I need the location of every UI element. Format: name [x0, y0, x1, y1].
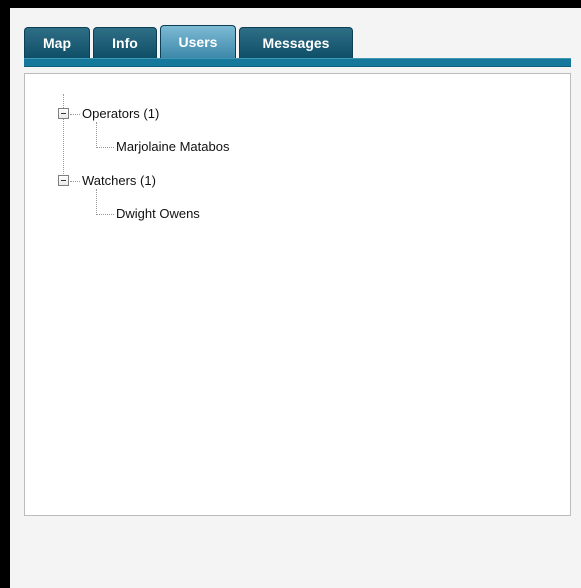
operators-child-line: [96, 122, 97, 148]
operator-user-label[interactable]: Marjolaine Matabos: [116, 139, 229, 155]
tab-messages[interactable]: Messages: [239, 27, 353, 58]
watchers-connector: [70, 181, 80, 182]
watchers-group-label[interactable]: Watchers (1): [82, 173, 156, 189]
tab-info[interactable]: Info: [93, 27, 157, 58]
tab-map[interactable]: Map: [24, 27, 90, 58]
tab-strip: [24, 58, 571, 67]
watchers-child-connector: [96, 214, 114, 215]
tab-list: Map Info Users Messages: [24, 24, 356, 58]
operators-child-connector: [96, 147, 114, 148]
operators-group-label[interactable]: Operators (1): [82, 106, 159, 122]
user-tree: Operators (1) Marjolaine Matabos Watcher…: [25, 74, 570, 515]
watcher-user-label[interactable]: Dwight Owens: [116, 206, 200, 222]
tab-users[interactable]: Users: [160, 25, 236, 58]
watchers-collapse-icon[interactable]: [58, 175, 69, 186]
watchers-child-line: [96, 189, 97, 215]
operators-collapse-icon[interactable]: [58, 108, 69, 119]
users-panel: Operators (1) Marjolaine Matabos Watcher…: [24, 73, 571, 516]
operators-connector: [70, 114, 80, 115]
tab-bar: Map Info Users Messages: [24, 24, 571, 67]
